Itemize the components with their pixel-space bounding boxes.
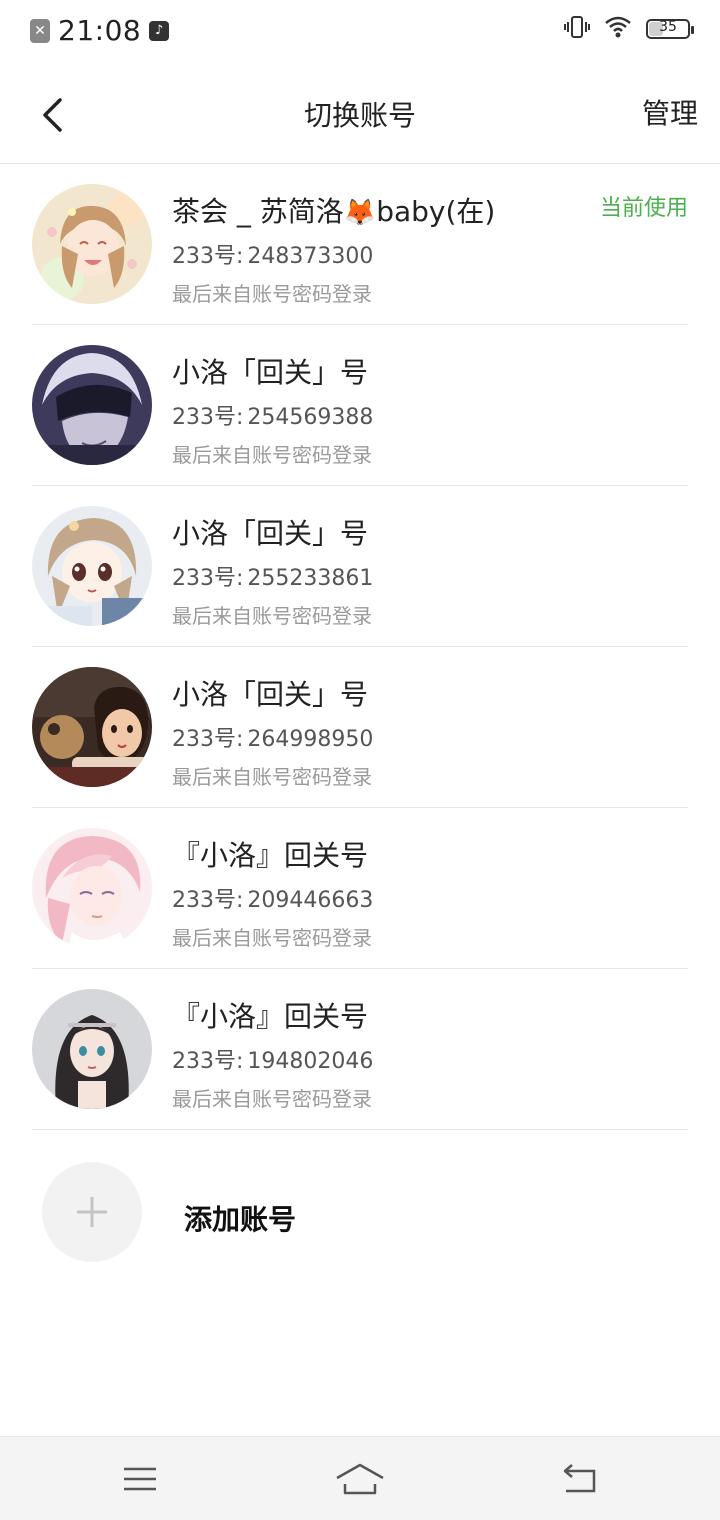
login-method: 最后来自账号密码登录 (172, 443, 372, 467)
avatar (32, 345, 152, 465)
page-title: 切换账号 (303, 99, 416, 132)
account-id: 233号: 255233861 (172, 560, 373, 592)
avatar (32, 506, 152, 626)
account-item[interactable]: 茶会 _ 苏简洛🦊baby(在) 233号: 248373300 最后来自账号密码… (0, 164, 720, 325)
account-id-value: 255233861 (247, 566, 374, 591)
login-method: 最后来自账号密码登录 (172, 926, 372, 950)
account-item[interactable]: 小洛「回关」号 233号: 264998950 最后来自账号密码登录 (0, 647, 720, 808)
system-nav-bar (0, 1436, 720, 1520)
avatar (32, 989, 152, 1109)
add-account-circle[interactable] (42, 1162, 142, 1262)
divider (32, 1129, 688, 1130)
account-id-value: 264998950 (247, 727, 374, 752)
notification-icon: ✕ (30, 18, 50, 43)
login-method: 最后来自账号密码登录 (172, 282, 372, 306)
account-id: 233号: 264998950 (172, 721, 373, 753)
screen: ✕ 21:08 ♪ 35 切换账号 管理 茶会 _ 苏简洛🦊baby(在) 23… (0, 0, 720, 1520)
account-id-value: 209446663 (247, 888, 374, 913)
account-name: 茶会 _ 苏简洛🦊baby(在) (172, 190, 495, 230)
avatar (32, 667, 152, 787)
account-item[interactable]: 『小洛』回关号 233号: 194802046 最后来自账号密码登录 (0, 969, 720, 1130)
account-name: 小洛「回关」号 (172, 356, 369, 389)
account-item[interactable]: 『小洛』回关号 233号: 209446663 最后来自账号密码登录 (0, 808, 720, 969)
account-name-suffix: baby(在) (376, 195, 496, 228)
manage-button[interactable]: 管理 (642, 92, 698, 132)
menu-icon (124, 1467, 156, 1491)
account-name: 『小洛』回关号 (172, 839, 369, 872)
account-item[interactable]: 小洛「回关」号 233号: 254569388 最后来自账号密码登录 (0, 325, 720, 486)
add-account-label: 添加账号 (184, 1203, 297, 1236)
current-account-badge: 当前使用 (599, 196, 688, 221)
account-list: 茶会 _ 苏简洛🦊baby(在) 233号: 248373300 最后来自账号密码… (0, 164, 720, 1130)
home-icon (336, 1463, 384, 1495)
account-id: 233号: 209446663 (172, 882, 373, 914)
account-id-label: 233号: (172, 727, 244, 752)
account-id: 233号: 248373300 (172, 238, 373, 270)
account-id-value: 248373300 (247, 244, 374, 269)
fox-emoji-icon: 🦊 (343, 198, 377, 228)
login-method: 最后来自账号密码登录 (172, 1087, 372, 1111)
account-id-label: 233号: (172, 1049, 244, 1074)
login-method: 最后来自账号密码登录 (172, 604, 372, 628)
account-name-text: 茶会 _ 苏简洛 (172, 195, 344, 228)
status-time: 21:08 (58, 14, 142, 47)
account-id-label: 233号: (172, 405, 244, 430)
login-method: 最后来自账号密码登录 (172, 765, 372, 789)
plus-icon (77, 1197, 107, 1227)
account-item[interactable]: 小洛「回关」号 233号: 255233861 最后来自账号密码登录 (0, 486, 720, 647)
avatar (32, 184, 152, 304)
back-nav-button[interactable] (550, 1455, 610, 1503)
header: 切换账号 管理 (0, 66, 720, 164)
home-nav-button[interactable] (330, 1455, 390, 1503)
add-account-button[interactable]: 添加账号 (0, 1142, 720, 1282)
menu-nav-button[interactable] (110, 1455, 170, 1503)
account-id-label: 233号: (172, 566, 244, 591)
account-id-label: 233号: (172, 244, 244, 269)
account-name: 小洛「回关」号 (172, 517, 369, 550)
wifi-icon (604, 16, 632, 42)
battery-icon: 35 (646, 19, 694, 39)
account-id-label: 233号: (172, 888, 244, 913)
status-bar: ✕ 21:08 ♪ 35 (0, 0, 720, 66)
account-id: 233号: 254569388 (172, 399, 373, 431)
account-id-value: 254569388 (247, 405, 374, 430)
account-name: 小洛「回关」号 (172, 678, 369, 711)
account-name: 『小洛』回关号 (172, 1000, 369, 1033)
music-app-icon: ♪ (149, 20, 170, 41)
account-id: 233号: 194802046 (172, 1043, 373, 1075)
account-id-value: 194802046 (247, 1049, 374, 1074)
battery-level: 35 (659, 19, 677, 35)
vibrate-icon (564, 14, 590, 44)
avatar (32, 828, 152, 948)
back-icon (563, 1464, 596, 1493)
